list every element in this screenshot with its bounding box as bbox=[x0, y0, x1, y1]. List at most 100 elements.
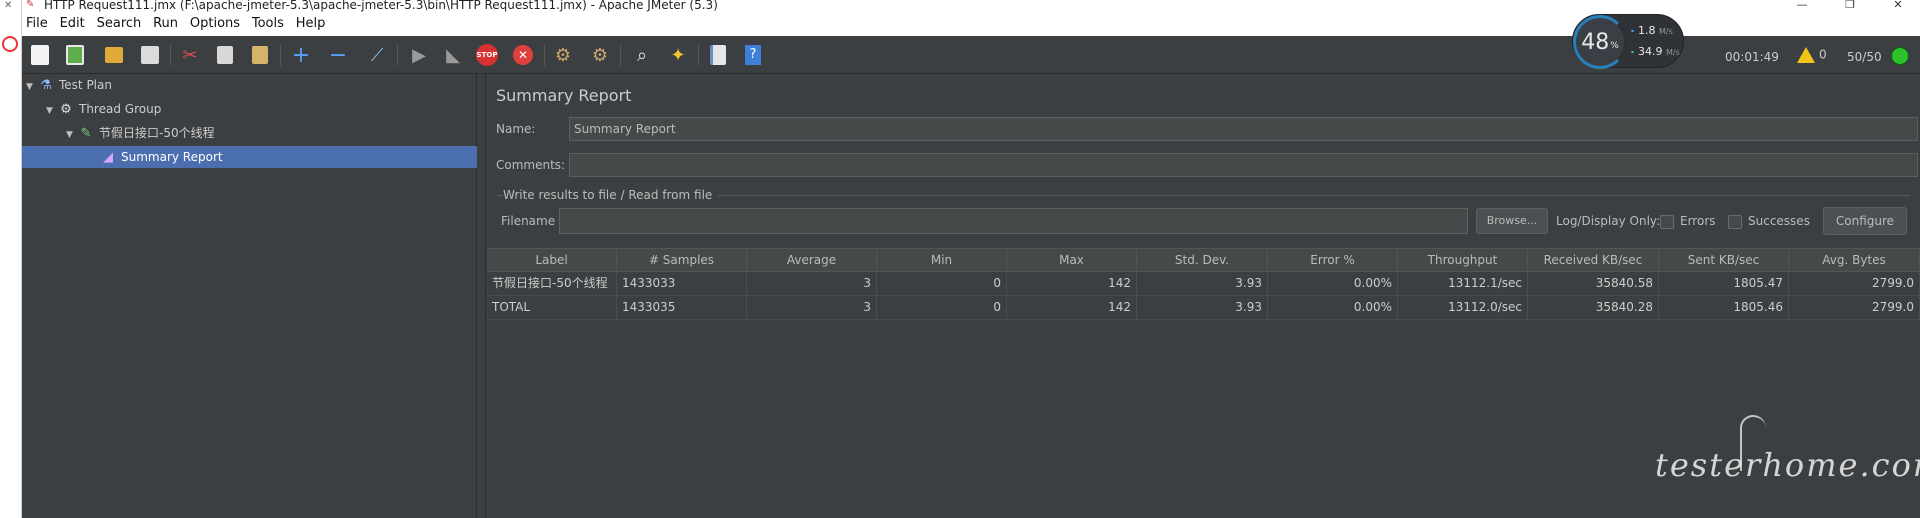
cpu-gauge: 48% bbox=[1573, 15, 1627, 69]
column-header[interactable]: Std. Dev. bbox=[1137, 249, 1268, 271]
close-icon: ✕ bbox=[4, 0, 13, 11]
test-plan-tree: ▼ ⚗ Test Plan ▼ ⚙ Thread Group ▼ ✎ 节假日接口-50个线程… bbox=[22, 74, 477, 518]
menu-tools[interactable]: Tools bbox=[248, 14, 288, 31]
column-header[interactable]: Average bbox=[747, 249, 877, 271]
upload-speed: ⬝ 1.8 M/s bbox=[1631, 24, 1673, 38]
tree-node-thread-group[interactable]: ▼ ⚙ Thread Group bbox=[46, 98, 161, 120]
tree-node-http-sampler[interactable]: ▼ ✎ 节假日接口-50个线程 bbox=[66, 122, 215, 144]
successes-checkbox[interactable] bbox=[1728, 215, 1742, 229]
cell-min: 0 bbox=[877, 296, 1007, 319]
clear-all-icon[interactable]: ⚙ bbox=[587, 42, 613, 68]
column-header[interactable]: Sent KB/sec bbox=[1659, 249, 1789, 271]
stop-icon[interactable]: STOP bbox=[474, 42, 500, 68]
shutdown-icon[interactable]: ✕ bbox=[510, 42, 536, 68]
cell-sent-kb: 1805.47 bbox=[1659, 272, 1789, 295]
cell-samples: 1433035 bbox=[617, 296, 747, 319]
column-header[interactable]: Received KB/sec bbox=[1528, 249, 1659, 271]
window-title: HTTP Request111.jmx (F:\apache-jmeter-5.… bbox=[44, 0, 718, 12]
column-header[interactable]: # Samples bbox=[617, 249, 747, 271]
copy-icon[interactable] bbox=[212, 42, 238, 68]
download-speed: ⬝ 34.9 M/s bbox=[1631, 45, 1680, 59]
cell-samples: 1433033 bbox=[617, 272, 747, 295]
search-icon[interactable]: ⌕ bbox=[629, 42, 655, 68]
restore-icon[interactable]: ❐ bbox=[1840, 0, 1860, 10]
column-header[interactable]: Max bbox=[1007, 249, 1137, 271]
templates-icon[interactable] bbox=[62, 42, 88, 68]
save-icon[interactable] bbox=[137, 42, 163, 68]
cell-received-kb: 35840.28 bbox=[1528, 296, 1659, 319]
comments-label: Comments: bbox=[496, 158, 566, 172]
cell-min: 0 bbox=[877, 272, 1007, 295]
cell-label: TOTAL bbox=[487, 296, 617, 319]
log-display-label: Log/Display Only: bbox=[1556, 214, 1661, 228]
cell-std-dev: 3.93 bbox=[1137, 272, 1268, 295]
menu-options[interactable]: Options bbox=[186, 14, 244, 31]
errors-checkbox[interactable] bbox=[1660, 215, 1674, 229]
cell-sent-kb: 1805.46 bbox=[1659, 296, 1789, 319]
column-header[interactable]: Error % bbox=[1268, 249, 1398, 271]
table-row[interactable]: 节假日接口-50个线程 1433033 3 0 142 3.93 0.00% 1… bbox=[487, 272, 1920, 296]
column-header[interactable]: Min bbox=[877, 249, 1007, 271]
table-row[interactable]: TOTAL 1433035 3 0 142 3.93 0.00% 13112.0… bbox=[487, 296, 1920, 320]
clear-icon[interactable]: ⚙ bbox=[550, 42, 576, 68]
jmeter-feather-icon: ✎ bbox=[26, 0, 35, 10]
cpu-percent: 48 bbox=[1581, 29, 1610, 55]
browse-button[interactable]: Browse... bbox=[1476, 208, 1548, 234]
column-header[interactable]: Avg. Bytes bbox=[1789, 249, 1920, 271]
tree-node-test-plan[interactable]: ▼ ⚗ Test Plan bbox=[26, 74, 112, 96]
cell-average: 3 bbox=[747, 272, 877, 295]
reset-search-icon[interactable]: ✦ bbox=[665, 42, 691, 68]
close-window-icon[interactable]: ✕ bbox=[1888, 0, 1908, 10]
configure-button[interactable]: Configure bbox=[1823, 207, 1907, 235]
cell-throughput: 13112.1/sec bbox=[1398, 272, 1528, 295]
column-header[interactable]: Throughput bbox=[1398, 249, 1528, 271]
expanded-arrow-icon[interactable]: ▼ bbox=[46, 100, 58, 122]
active-threads: 50/50 bbox=[1847, 50, 1882, 64]
help-icon[interactable]: ? bbox=[740, 42, 766, 68]
menu-file[interactable]: File bbox=[22, 14, 52, 31]
start-no-pauses-icon[interactable]: ◣ bbox=[440, 42, 466, 68]
elapsed-time: 00:01:49 bbox=[1725, 50, 1779, 64]
menu-edit[interactable]: Edit bbox=[56, 14, 89, 31]
tree-node-label: 节假日接口-50个线程 bbox=[99, 126, 215, 140]
expand-icon[interactable]: + bbox=[288, 42, 314, 68]
paste-icon[interactable] bbox=[247, 42, 273, 68]
cell-avg-bytes: 2799.0 bbox=[1789, 296, 1920, 319]
tree-node-summary-report[interactable]: ◢ Summary Report bbox=[100, 146, 223, 168]
new-icon[interactable] bbox=[27, 42, 53, 68]
successes-label: Successes bbox=[1748, 214, 1810, 228]
panel-splitter[interactable] bbox=[477, 74, 486, 518]
menu-search[interactable]: Search bbox=[93, 14, 146, 31]
name-field[interactable]: Summary Report bbox=[569, 117, 1918, 141]
expanded-arrow-icon[interactable]: ▼ bbox=[66, 124, 78, 146]
alert-ring-icon bbox=[2, 36, 18, 52]
sampler-pen-icon: ✎ bbox=[80, 125, 92, 141]
start-icon[interactable]: ▶ bbox=[406, 42, 432, 68]
background-window-edge: ✕ bbox=[0, 0, 22, 518]
warning-count-value: 0 bbox=[1819, 47, 1827, 62]
panel-title: Summary Report bbox=[496, 86, 632, 105]
tree-selection-highlight bbox=[22, 146, 477, 168]
running-status-icon bbox=[1891, 47, 1909, 65]
column-header[interactable]: Label bbox=[487, 249, 617, 271]
toggle-icon[interactable]: ⟋ bbox=[364, 42, 390, 68]
menu-run[interactable]: Run bbox=[149, 14, 182, 31]
cell-average: 3 bbox=[747, 296, 877, 319]
download-unit: M/s bbox=[1666, 48, 1680, 57]
expanded-arrow-icon[interactable]: ▼ bbox=[26, 76, 38, 98]
cell-max: 142 bbox=[1007, 272, 1137, 295]
cell-received-kb: 35840.58 bbox=[1528, 272, 1659, 295]
minimize-icon[interactable]: — bbox=[1792, 0, 1812, 10]
collapse-icon[interactable]: − bbox=[325, 42, 351, 68]
filename-label: Filename bbox=[501, 214, 556, 228]
open-icon[interactable] bbox=[101, 42, 127, 68]
cell-throughput: 13112.0/sec bbox=[1398, 296, 1528, 319]
warning-count[interactable]: 0 bbox=[1797, 47, 1827, 63]
cpu-unit: % bbox=[1610, 41, 1619, 51]
filename-field[interactable] bbox=[559, 208, 1468, 234]
comments-field[interactable] bbox=[569, 153, 1918, 177]
menu-help[interactable]: Help bbox=[292, 14, 330, 31]
flask-icon: ⚗ bbox=[40, 77, 52, 93]
function-helper-icon[interactable] bbox=[705, 42, 731, 68]
cut-icon[interactable]: ✂ bbox=[177, 42, 203, 68]
